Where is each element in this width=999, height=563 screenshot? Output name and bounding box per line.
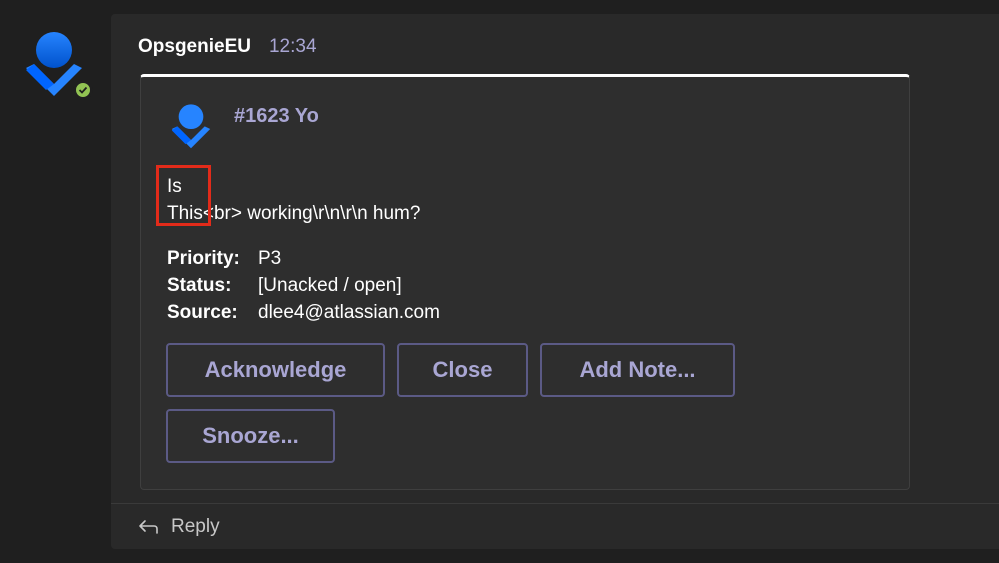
fact-value: dlee4@atlassian.com [258,302,440,323]
message-container: OpsgenieEU 12:34 #1623 Yo Is This<br> wo… [111,14,999,549]
fact-row-source: Source: dlee4@atlassian.com [167,299,440,326]
reply-button[interactable]: Reply [111,503,999,549]
fact-row-priority: Priority: P3 [167,245,440,272]
highlight-annotation [156,165,211,226]
fact-label: Status: [167,275,232,296]
message-header: OpsgenieEU 12:34 [138,36,317,58]
add-note-button[interactable]: Add Note... [540,343,735,397]
reply-arrow-icon [139,519,158,534]
alert-card: #1623 Yo Is This<br> working\r\n\r\n hum… [140,74,910,490]
acknowledge-button[interactable]: Acknowledge [166,343,385,397]
fact-label: Priority: [167,248,240,269]
reply-label: Reply [171,515,220,537]
close-button[interactable]: Close [397,343,528,397]
fact-label: Source: [167,302,238,323]
fact-row-status: Status: [Unacked / open] [167,272,440,299]
sender-name[interactable]: OpsgenieEU [138,36,251,58]
alert-title[interactable]: #1623 Yo [234,105,319,128]
fact-value: P3 [258,248,282,269]
message-timestamp: 12:34 [268,36,317,57]
checkmark-icon [78,86,88,94]
sender-avatar[interactable] [22,30,93,100]
snooze-button[interactable]: Snooze... [166,409,335,463]
presence-badge [73,80,93,100]
opsgenie-logo-icon [171,104,211,149]
fact-list: Priority: P3 Status: [Unacked / open] So… [167,245,440,326]
fact-value: [Unacked / open] [258,275,402,296]
